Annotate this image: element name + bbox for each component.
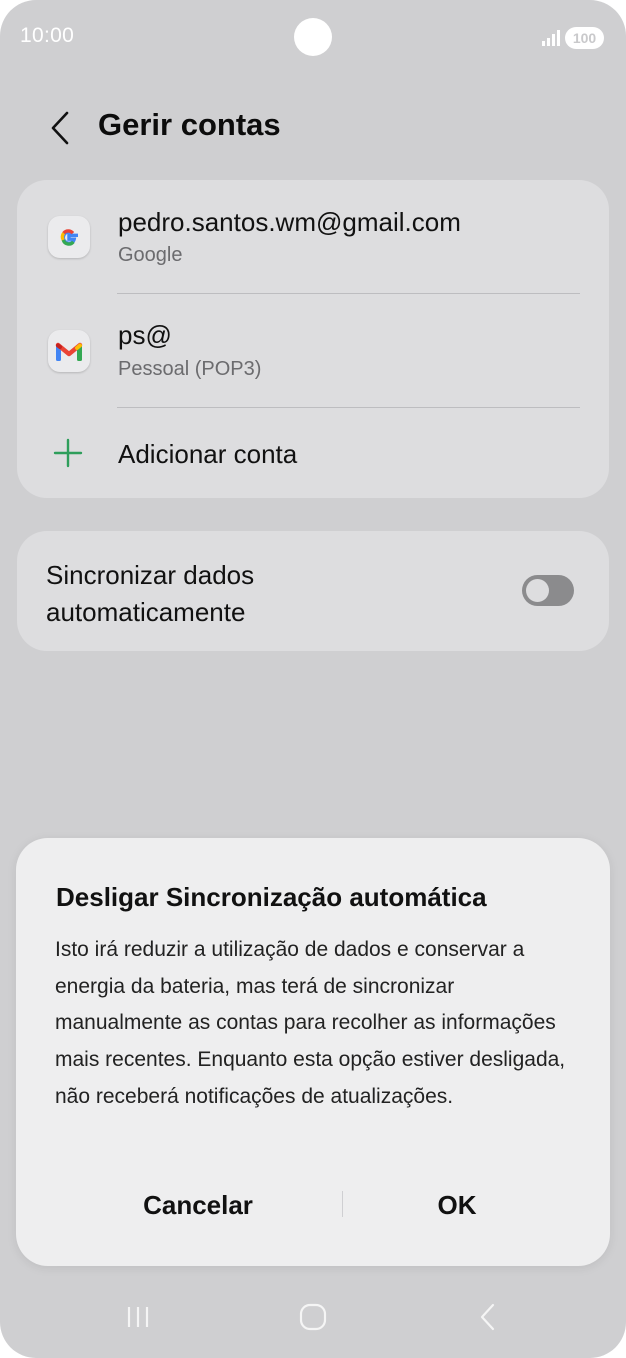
dialog-title: Desligar Sincronização automática <box>56 882 487 912</box>
plus-icon <box>53 438 83 468</box>
page-title: Gerir contas <box>98 107 281 142</box>
account-email: ps@ <box>118 320 172 350</box>
account-email: pedro.santos.wm@gmail.com <box>118 207 461 237</box>
ok-button[interactable]: OK <box>346 1183 568 1227</box>
battery-icon: 100 <box>565 27 604 49</box>
dialog-message: Isto irá reduzir a utilização de dados e… <box>55 938 566 1108</box>
status-time: 10:00 <box>20 24 75 47</box>
home-icon <box>299 1303 327 1331</box>
battery-level: 100 <box>572 30 597 46</box>
signal-icon <box>542 30 560 46</box>
button-separator <box>342 1191 343 1217</box>
system-back-button[interactable] <box>470 1296 506 1338</box>
add-account-label: Adicionar conta <box>118 439 298 469</box>
divider <box>117 293 580 294</box>
recent-apps-button[interactable] <box>118 1296 158 1338</box>
account-type: Google <box>118 244 183 266</box>
gmail-icon <box>48 330 90 372</box>
toggle-knob <box>526 579 549 602</box>
back-icon <box>480 1303 495 1331</box>
phone-screen: 10:00 100 Gerir contas pedro.santos.wm@g… <box>0 0 626 1358</box>
accounts-card: pedro.santos.wm@gmail.com Google ps@ Pes… <box>17 180 609 498</box>
auto-sync-toggle[interactable] <box>522 575 574 606</box>
divider <box>117 407 580 408</box>
front-camera <box>294 18 332 56</box>
auto-sync-setting[interactable]: Sincronizar dados automaticamente <box>17 531 609 651</box>
back-button[interactable] <box>40 106 80 150</box>
account-type: Pessoal (POP3) <box>118 358 262 380</box>
google-icon <box>48 216 90 258</box>
cancel-button[interactable]: Cancelar <box>86 1183 310 1227</box>
recent-apps-icon <box>127 1307 149 1327</box>
home-button[interactable] <box>292 1296 334 1338</box>
auto-sync-label: Sincronizar dados automaticamente <box>46 560 255 627</box>
chevron-left-icon <box>51 111 69 145</box>
confirm-dialog: Desligar Sincronização automática Isto i… <box>16 838 610 1266</box>
